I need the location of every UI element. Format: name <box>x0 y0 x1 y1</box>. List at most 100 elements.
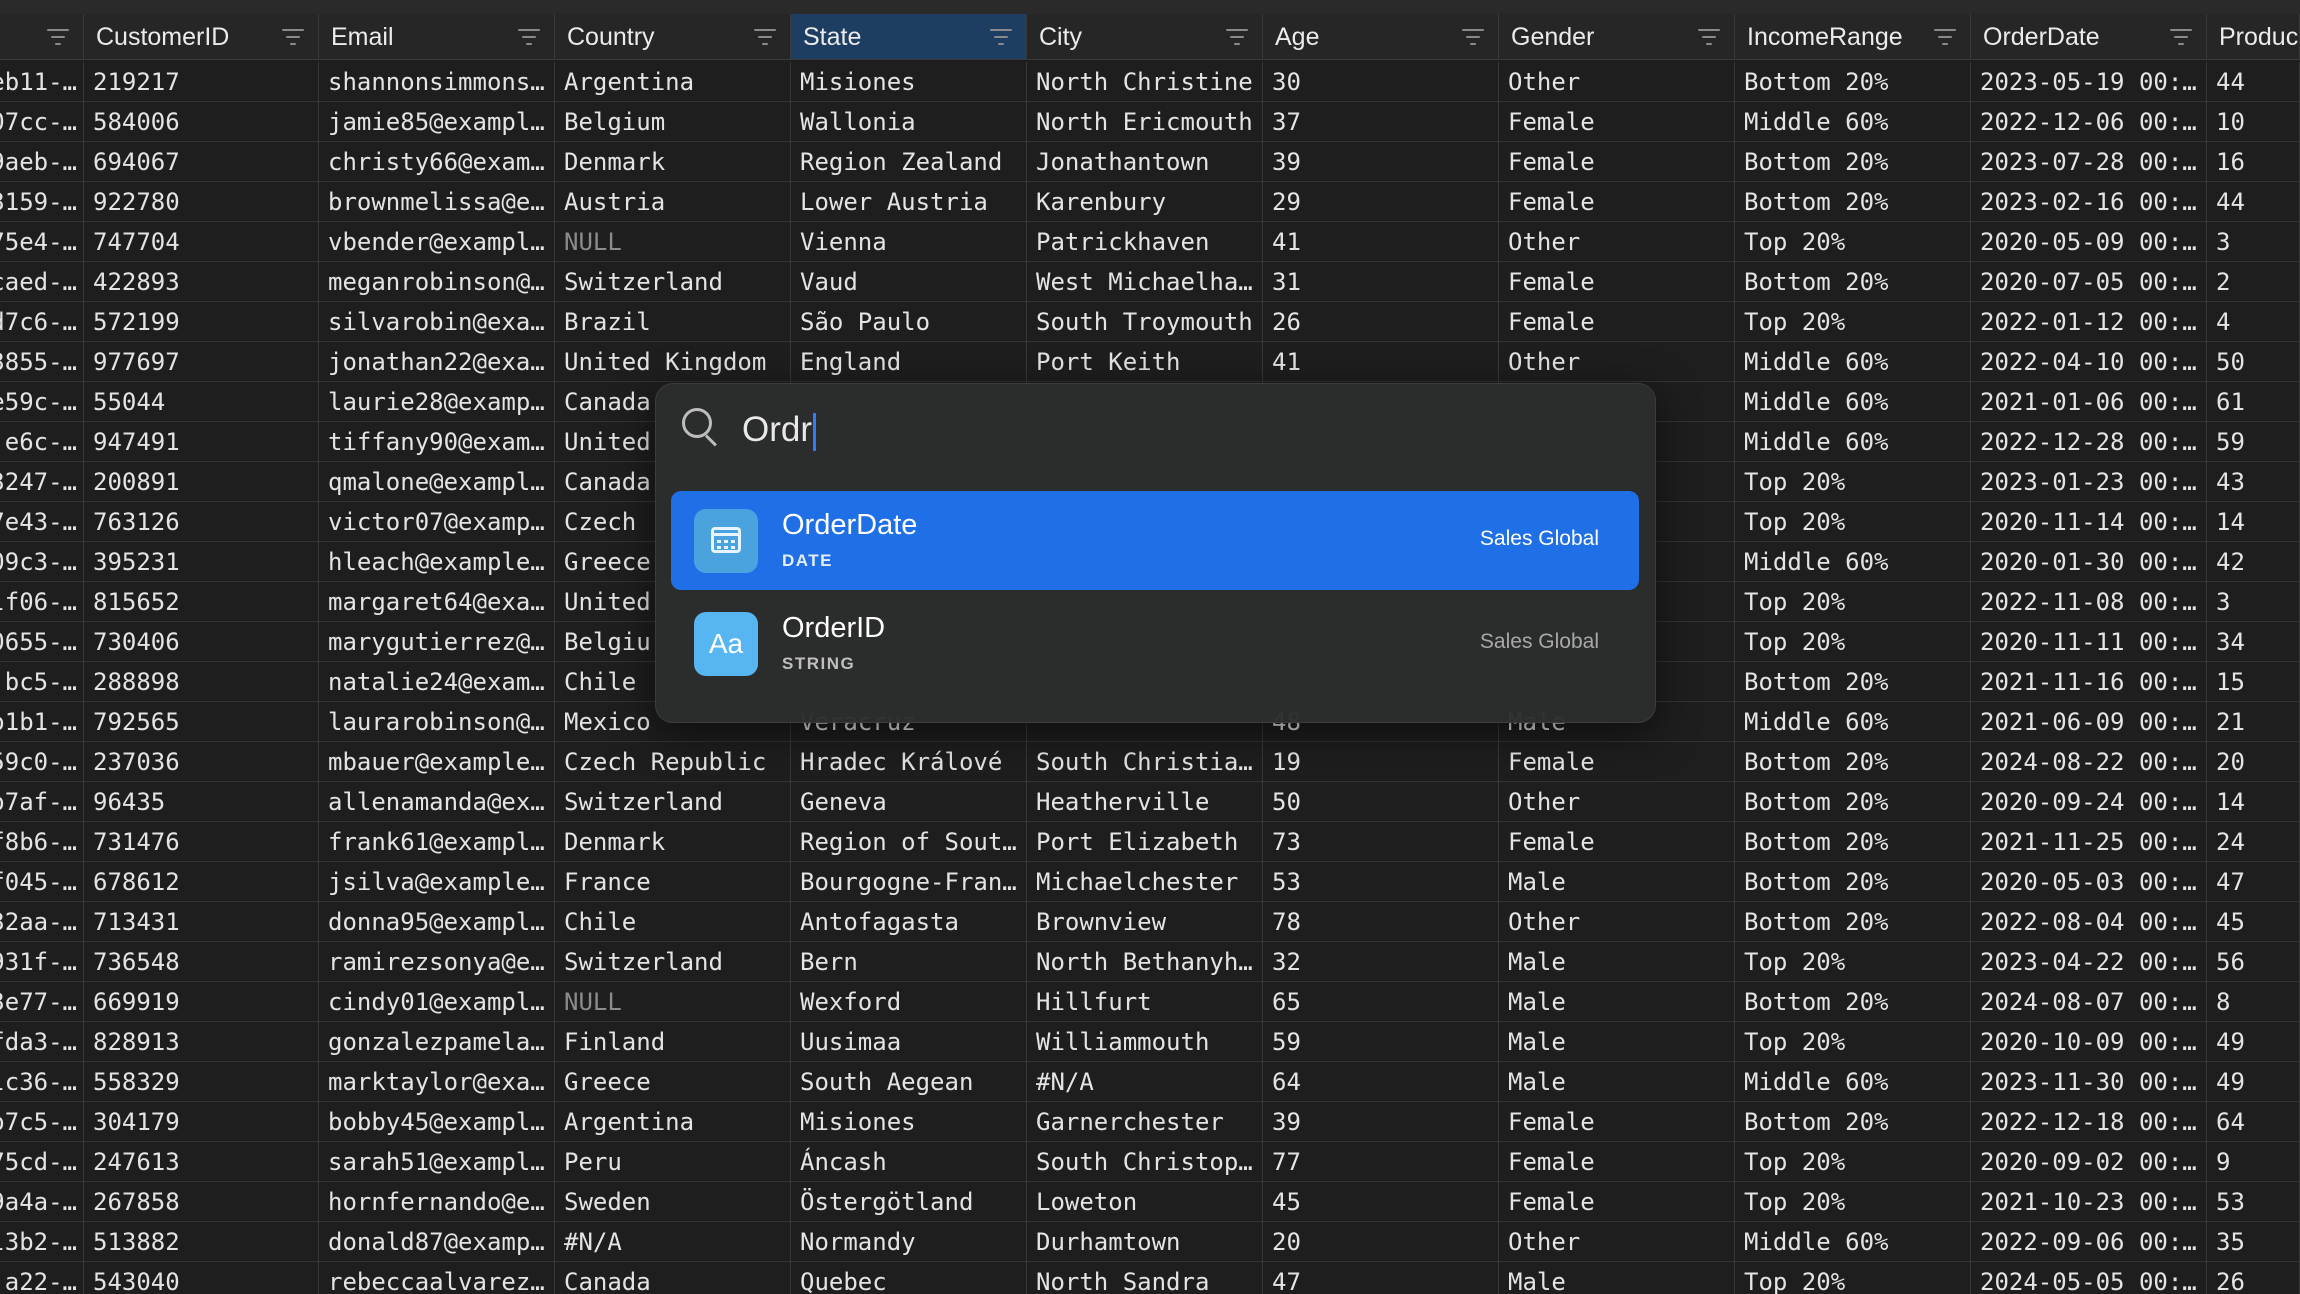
column-header-country[interactable]: Country <box>555 14 791 60</box>
table-row[interactable]: 32aa-… 713431 donna95@exampl… Chile Antofaga… <box>0 902 2300 942</box>
cell-id[interactable]: fda3-… <box>0 1022 84 1062</box>
cell-customerid[interactable]: 763126 <box>84 502 319 542</box>
cell-orderdate[interactable]: 2022-11-08 00:… <box>1971 582 2207 622</box>
cell-age[interactable]: 50 <box>1263 782 1499 822</box>
cell-orderdate[interactable]: 2020-05-09 00:… <box>1971 222 2207 262</box>
cell-incomerange[interactable]: Middle 60% <box>1735 1062 1971 1102</box>
cell-email[interactable]: cindy01@exampl… <box>319 982 555 1022</box>
cell-state[interactable]: Wallonia <box>791 102 1027 142</box>
cell-gender[interactable]: Female <box>1499 302 1735 342</box>
cell-incomerange[interactable]: Bottom 20% <box>1735 822 1971 862</box>
cell-email[interactable]: mbauer@example… <box>319 742 555 782</box>
cell-produc[interactable]: 47 <box>2207 862 2300 902</box>
cell-email[interactable]: ramirezsonya@e… <box>319 942 555 982</box>
cell-state[interactable]: Vienna <box>791 222 1027 262</box>
cell-email[interactable]: jonathan22@exa… <box>319 342 555 382</box>
cell-id[interactable]: caed-… <box>0 262 84 302</box>
cell-incomerange[interactable]: Bottom 20% <box>1735 782 1971 822</box>
filter-icon[interactable] <box>1934 29 1956 45</box>
cell-city[interactable]: Jonathantown <box>1027 142 1263 182</box>
cell-orderdate[interactable]: 2020-10-09 00:… <box>1971 1022 2207 1062</box>
cell-country[interactable]: Argentina <box>555 62 791 102</box>
cell-email[interactable]: margaret64@exa… <box>319 582 555 622</box>
cell-gender[interactable]: Female <box>1499 1142 1735 1182</box>
cell-incomerange[interactable]: Bottom 20% <box>1735 902 1971 942</box>
filter-icon[interactable] <box>990 29 1012 45</box>
table-row[interactable]: 3855-… 977697 jonathan22@exa… United Kingdo… <box>0 342 2300 382</box>
cell-city[interactable]: Heatherville <box>1027 782 1263 822</box>
cell-orderdate[interactable]: 2023-04-22 00:… <box>1971 942 2207 982</box>
cell-id[interactable]: 09c3-… <box>0 542 84 582</box>
cell-produc[interactable]: 2 <box>2207 262 2300 302</box>
cell-orderdate[interactable]: 2021-11-25 00:… <box>1971 822 2207 862</box>
cell-produc[interactable]: 4 <box>2207 302 2300 342</box>
cell-id[interactable]: 7e43-… <box>0 502 84 542</box>
table-row[interactable]: 3e77-… 669919 cindy01@exampl… NULL Wexford Hi… <box>0 982 2300 1022</box>
cell-incomerange[interactable]: Bottom 20% <box>1735 742 1971 782</box>
cell-age[interactable]: 45 <box>1263 1182 1499 1222</box>
cell-country[interactable]: NULL <box>555 982 791 1022</box>
cell-state[interactable]: Misiones <box>791 62 1027 102</box>
cell-email[interactable]: marygutierrez@… <box>319 622 555 662</box>
cell-age[interactable]: 73 <box>1263 822 1499 862</box>
cell-produc[interactable]: 44 <box>2207 62 2300 102</box>
cell-gender[interactable]: Female <box>1499 262 1735 302</box>
cell-customerid[interactable]: 219217 <box>84 62 319 102</box>
cell-id[interactable]: a22-… <box>0 1262 84 1294</box>
cell-customerid[interactable]: 815652 <box>84 582 319 622</box>
cell-produc[interactable]: 43 <box>2207 462 2300 502</box>
cell-email[interactable]: jamie85@exampl… <box>319 102 555 142</box>
cell-email[interactable]: victor07@examp… <box>319 502 555 542</box>
cell-country[interactable]: Canada <box>555 1262 791 1294</box>
cell-gender[interactable]: Male <box>1499 1062 1735 1102</box>
filter-icon[interactable] <box>1226 29 1248 45</box>
cell-city[interactable]: Hillfurt <box>1027 982 1263 1022</box>
table-row[interactable]: 75e4-… 747704 vbender@exampl… NULL Vienna Pat… <box>0 222 2300 262</box>
suggestion-orderid[interactable]: Aa OrderID STRING Sales Global <box>671 594 1639 693</box>
cell-gender[interactable]: Male <box>1499 862 1735 902</box>
cell-orderdate[interactable]: 2022-08-04 00:… <box>1971 902 2207 942</box>
cell-country[interactable]: Peru <box>555 1142 791 1182</box>
cell-country[interactable]: Switzerland <box>555 262 791 302</box>
cell-email[interactable]: laurie28@examp… <box>319 382 555 422</box>
cell-incomerange[interactable]: Top 20% <box>1735 502 1971 542</box>
table-row[interactable]: fda3-… 828913 gonzalezpamela… Finland Uusima… <box>0 1022 2300 1062</box>
cell-produc[interactable]: 34 <box>2207 622 2300 662</box>
cell-email[interactable]: sarah51@exampl… <box>319 1142 555 1182</box>
filter-icon[interactable] <box>1698 29 1720 45</box>
table-row[interactable]: 07cc-… 584006 jamie85@exampl… Belgium Wallon… <box>0 102 2300 142</box>
cell-gender[interactable]: Female <box>1499 102 1735 142</box>
cell-customerid[interactable]: 713431 <box>84 902 319 942</box>
cell-id[interactable]: o1b1-… <box>0 702 84 742</box>
cell-id[interactable]: o7c5-… <box>0 1102 84 1142</box>
filter-icon[interactable] <box>1462 29 1484 45</box>
cell-state[interactable]: South Aegean <box>791 1062 1027 1102</box>
cell-orderdate[interactable]: 2020-09-02 00:… <box>1971 1142 2207 1182</box>
cell-age[interactable]: 29 <box>1263 182 1499 222</box>
cell-produc[interactable]: 45 <box>2207 902 2300 942</box>
cell-id[interactable]: 32aa-… <box>0 902 84 942</box>
cell-id[interactable]: d7c6-… <box>0 302 84 342</box>
filter-icon[interactable] <box>47 29 69 45</box>
cell-age[interactable]: 77 <box>1263 1142 1499 1182</box>
cell-gender[interactable]: Other <box>1499 222 1735 262</box>
cell-email[interactable]: allenamanda@ex… <box>319 782 555 822</box>
cell-country[interactable]: NULL <box>555 222 791 262</box>
cell-produc[interactable]: 8 <box>2207 982 2300 1022</box>
cell-incomerange[interactable]: Top 20% <box>1735 1262 1971 1294</box>
cell-email[interactable]: natalie24@exam… <box>319 662 555 702</box>
cell-orderdate[interactable]: 2023-05-19 00:… <box>1971 62 2207 102</box>
cell-city[interactable]: North Ericmouth <box>1027 102 1263 142</box>
cell-gender[interactable]: Male <box>1499 942 1735 982</box>
cell-incomerange[interactable]: Top 20% <box>1735 1142 1971 1182</box>
cell-orderdate[interactable]: 2021-11-16 00:… <box>1971 662 2207 702</box>
cell-orderdate[interactable]: 2020-11-14 00:… <box>1971 502 2207 542</box>
table-row[interactable]: f045-… 678612 jsilva@example… France Bourgog… <box>0 862 2300 902</box>
cell-orderdate[interactable]: 2024-08-22 00:… <box>1971 742 2207 782</box>
cell-incomerange[interactable]: Middle 60% <box>1735 702 1971 742</box>
cell-age[interactable]: 31 <box>1263 262 1499 302</box>
cell-state[interactable]: Uusimaa <box>791 1022 1027 1062</box>
cell-orderdate[interactable]: 2024-08-07 00:… <box>1971 982 2207 1022</box>
cell-email[interactable]: gonzalezpamela… <box>319 1022 555 1062</box>
cell-customerid[interactable]: 922780 <box>84 182 319 222</box>
